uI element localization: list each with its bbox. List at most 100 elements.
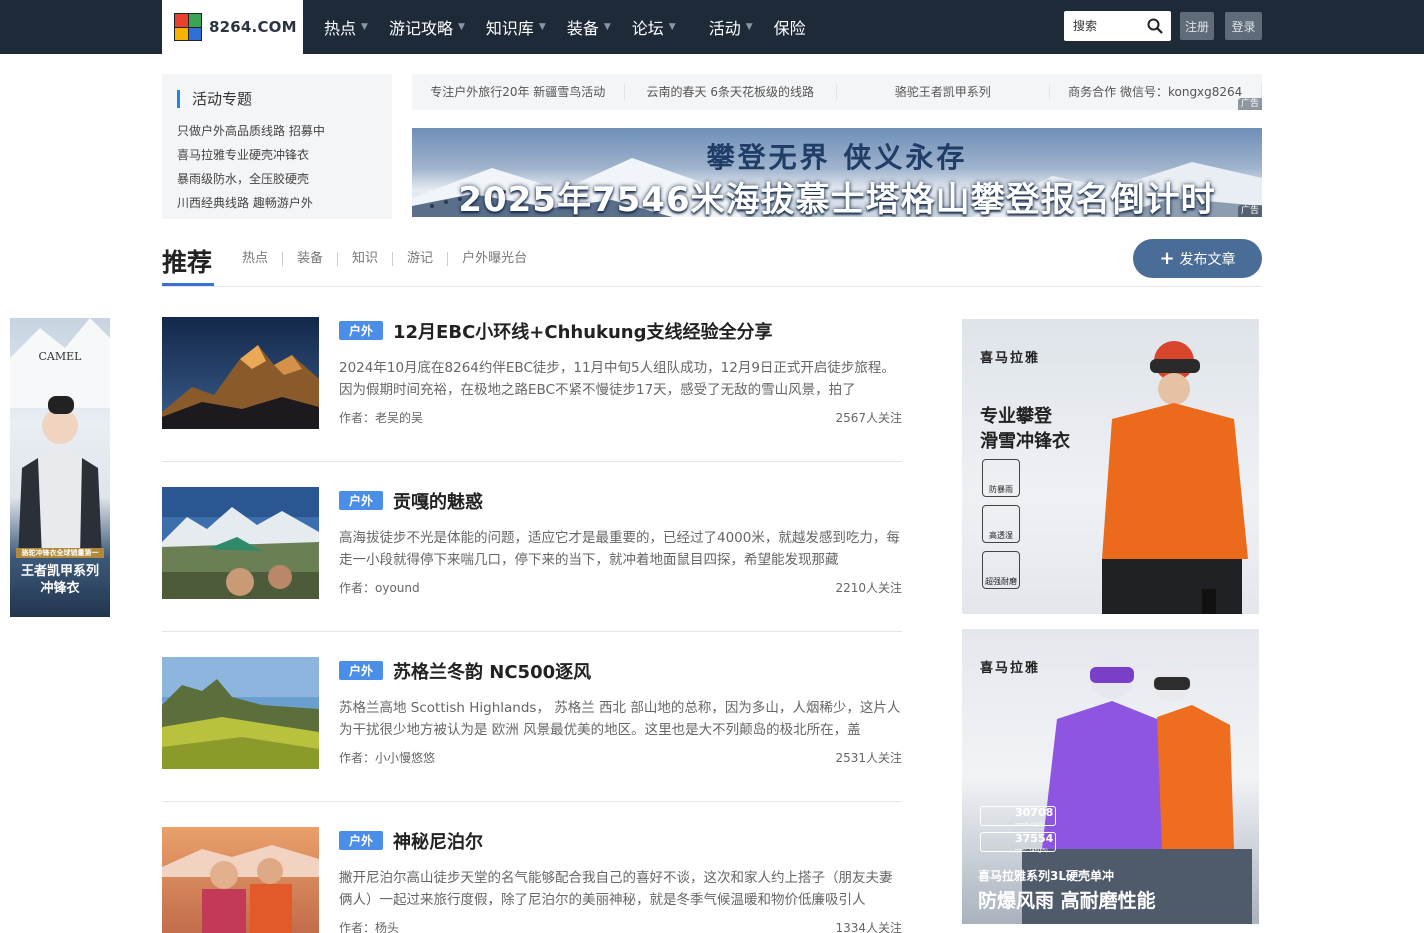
nav-item-knowledge[interactable]: 知识库 ▼ (486, 15, 546, 39)
spec-unit: mmH₂O(JIS) (1015, 822, 1045, 828)
ad-headline: 冲锋衣 (40, 581, 80, 596)
article-thumbnail[interactable] (162, 487, 319, 599)
spec-unit: g/m²·24h(JIS) (1015, 848, 1048, 854)
tab-travelogue[interactable]: 游记 (392, 252, 447, 266)
feature-rainproof: 防暴雨 (982, 459, 1020, 497)
article-author[interactable]: 作者：小小慢悠悠 (339, 749, 435, 766)
article-thumbnail[interactable] (162, 317, 319, 429)
nav-item-insurance[interactable]: 保险 (774, 15, 806, 39)
article-divider (162, 801, 902, 802)
feature-durable: 超强耐磨 (982, 551, 1020, 589)
ad-tagline: 骆驼冲锋衣全球销量第一 (16, 548, 104, 558)
nav-label: 活动 (708, 19, 741, 38)
category-badge: 户外 (339, 661, 383, 680)
follow-count: 1334人关注 (835, 921, 902, 933)
chevron-down-icon: ▼ (538, 22, 546, 32)
right-side-ad[interactable]: 喜马拉雅 专业攀登 滑雪冲锋衣 防暴雨 高透湿 超强耐磨 (962, 319, 1259, 614)
article-author[interactable]: 作者：oyound (339, 579, 420, 596)
ad-subheadline: 喜马拉雅系列3L硬壳单冲 (978, 869, 1114, 883)
spec-breathable: 37554 g/m²·24h(JIS) (980, 832, 1056, 854)
publish-article-button[interactable]: + 发布文章 (1133, 239, 1262, 278)
ad-link[interactable]: 专注户外旅行20年 新疆雪鸟活动 (412, 84, 625, 100)
right-side-ad[interactable]: 喜马拉雅 30708 mmH₂O(JIS) 37554 g/m²·24h(JIS… (962, 629, 1259, 924)
main-nav: 热点 ▼ 游记攻略 ▼ 知识库 ▼ 装备 ▼ 论坛 ▼ 活动 ▼ 保险 (324, 0, 827, 54)
article-title[interactable]: 苏格兰冬韵 NC500逐风 (393, 658, 591, 684)
chevron-down-icon: ▼ (361, 22, 368, 32)
banner-slogan: 攀登无界 侠义永存 (706, 141, 968, 174)
nav-label: 装备 (566, 19, 599, 38)
article-summary: 苏格兰高地 Scottish Highlands， 苏格兰 西北 部山地的总称，… (339, 700, 901, 738)
spec-value: 30708 (1015, 806, 1054, 819)
nav-item-travel[interactable]: 游记攻略 ▼ (389, 15, 465, 39)
site-logo[interactable]: 8264.COM (162, 0, 303, 54)
activity-link[interactable]: 只做户外高品质线路 招募中 (177, 119, 392, 143)
nav-item-hot[interactable]: 热点 ▼ (324, 15, 368, 39)
logo-icon (174, 13, 202, 41)
ad-link[interactable]: 商务合作 微信号：kongxg8264 (1050, 84, 1262, 100)
ad-link-row: 专注户外旅行20年 新疆雪鸟活动 云南的春天 6条天花板级的线路 骆驼王者凯甲系… (412, 74, 1262, 110)
article-divider (162, 461, 902, 462)
ad-link[interactable]: 云南的春天 6条天花板级的线路 (625, 84, 837, 100)
tab-gear[interactable]: 装备 (282, 252, 337, 266)
ad-link[interactable]: 骆驼王者凯甲系列 (837, 84, 1050, 100)
nav-item-forum[interactable]: 论坛 ▼ (632, 15, 676, 39)
activity-link[interactable]: 暴雨级防水，全压胶硬壳 (177, 167, 392, 191)
ad-label: 广告 (1237, 98, 1262, 110)
article-item[interactable]: 户外 贡嘎的魅惑 高海拔徒步不光是体能的问题，适应它才是最重要的，已经过了400… (162, 487, 902, 599)
activity-panel: 活动专题 只做户外高品质线路 招募中 喜马拉雅专业硬壳冲锋衣 暴雨级防水，全压胶… (162, 74, 392, 219)
section-divider (162, 286, 1262, 287)
register-button[interactable]: 注册 (1180, 12, 1214, 40)
chevron-down-icon: ▼ (457, 22, 465, 32)
article-author[interactable]: 作者：老吴的吴 (339, 409, 423, 426)
publish-label: 发布文章 (1179, 251, 1236, 268)
article-item[interactable]: 户外 12月EBC小环线+Chhukung支线经验全分享 2024年10月底在8… (162, 317, 902, 429)
follow-count: 2210人关注 (835, 581, 902, 595)
climbing-banner[interactable]: 攀登无界 侠义永存 2025年7546米海拔慕士塔格山攀登报名倒计时 广告 (412, 128, 1262, 217)
article-item[interactable]: 户外 神秘尼泊尔 撇开尼泊尔高山徒步天堂的名气能够配合我自己的喜好不谈，这次和家… (162, 827, 902, 933)
category-badge: 户外 (339, 491, 383, 510)
top-navbar: 8264.COM 热点 ▼ 游记攻略 ▼ 知识库 ▼ 装备 ▼ 论坛 ▼ 活动 ▼ 保险 注… (0, 0, 1424, 54)
ad-headline: 防爆风雨 高耐磨性能 (978, 890, 1156, 912)
article-summary: 撇开尼泊尔高山徒步天堂的名气能够配合我自己的喜好不谈，这次和家人约上搭子（朋友夫… (339, 870, 893, 908)
plus-icon: + (1159, 247, 1175, 269)
nav-label: 知识库 (485, 19, 534, 38)
spec-value: 37554 (1015, 832, 1054, 845)
chevron-down-icon: ▼ (668, 22, 676, 32)
article-thumbnail[interactable] (162, 657, 319, 769)
activity-link[interactable]: 喜马拉雅专业硬壳冲锋衣 (177, 143, 392, 167)
nav-item-gear[interactable]: 装备 ▼ (567, 15, 611, 39)
article-thumbnail[interactable] (162, 827, 319, 933)
category-badge: 户外 (339, 321, 383, 340)
nav-label: 游记攻略 (388, 19, 453, 38)
search-icon[interactable] (1147, 18, 1163, 34)
chevron-down-icon: ▼ (745, 22, 753, 32)
tab-exposure[interactable]: 户外曝光台 (447, 252, 541, 266)
article-summary: 高海拔徒步不光是体能的问题，适应它才是最重要的，已经过了4000米，就越发感到吃… (339, 530, 900, 568)
ad-headline: 专业攀登 (980, 406, 1052, 427)
nav-item-events[interactable]: 活动 ▼ (709, 15, 753, 39)
article-title[interactable]: 神秘尼泊尔 (393, 828, 483, 854)
section-title: 推荐 (162, 248, 213, 277)
spec-waterproof: 30708 mmH₂O(JIS) (980, 806, 1056, 828)
follow-count: 2531人关注 (835, 751, 902, 765)
tab-hot[interactable]: 热点 (242, 252, 282, 266)
nav-label: 保险 (773, 19, 806, 38)
article-author[interactable]: 作者：杨头 (339, 919, 399, 933)
search-box (1064, 11, 1171, 41)
article-title[interactable]: 贡嘎的魅惑 (393, 488, 483, 514)
article-summary: 2024年10月底在8264约伴EBC徒步，11月中旬5人组队成功，12月9日正… (339, 360, 895, 398)
category-badge: 户外 (339, 831, 383, 850)
login-button[interactable]: 登录 (1225, 12, 1262, 40)
logo-text: 8264.COM (209, 18, 297, 36)
article-item[interactable]: 户外 苏格兰冬韵 NC500逐风 苏格兰高地 Scottish Highland… (162, 657, 902, 769)
tab-knowledge[interactable]: 知识 (337, 252, 392, 266)
section-tabs: 热点 装备 知识 游记 户外曝光台 (242, 252, 541, 266)
search-input[interactable] (1073, 19, 1143, 33)
chevron-down-icon: ▼ (603, 22, 611, 32)
ad-headline: 滑雪冲锋衣 (980, 431, 1070, 452)
activity-link[interactable]: 川西经典线路 趣畅游户外 (177, 191, 392, 215)
ad-brand: 喜马拉雅 (980, 661, 1041, 676)
left-side-ad[interactable]: CAMEL 骆驼冲锋衣全球销量第一 王者凯甲系列 冲锋衣 (10, 318, 110, 617)
nav-label: 论坛 (631, 19, 664, 38)
article-title[interactable]: 12月EBC小环线+Chhukung支线经验全分享 (393, 318, 773, 344)
